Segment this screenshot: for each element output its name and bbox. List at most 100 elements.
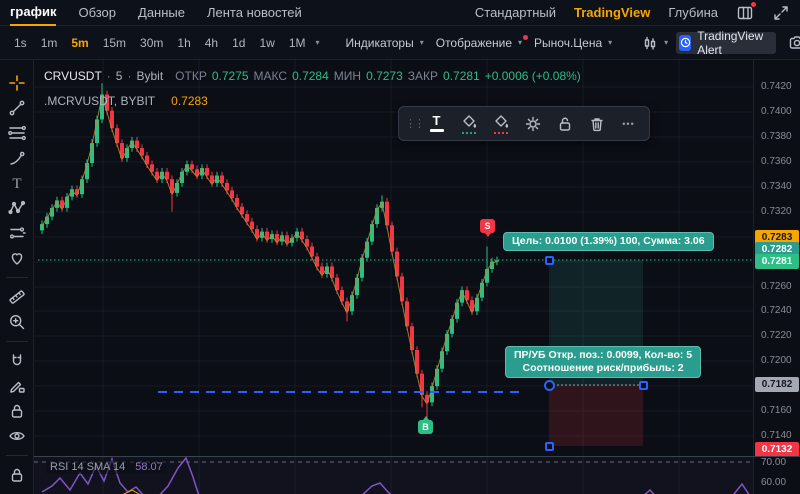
interval-1h[interactable]: 1h [171,33,196,53]
rsi-value: 58.07 [135,461,163,473]
chevron-down-icon: ▾ [419,38,424,47]
price-axis-label: 0.7220 [761,330,792,341]
price-axis-label: 0.7400 [761,106,792,117]
hide-drawings-eye-icon[interactable] [7,426,27,446]
notification-dot [751,1,756,7]
paint-bucket-icon [462,114,476,128]
pane-separator[interactable] [34,456,800,457]
zoom-in-icon[interactable] [7,312,27,332]
tab-standard[interactable]: Стандартный [475,0,556,25]
overlay-value: 0.7283 [171,94,208,108]
position-drag-handle[interactable] [544,441,554,451]
text-color-button[interactable]: T [422,110,451,137]
drag-handle[interactable]: ⋮⋮ [405,117,425,130]
header-right: Стандартный TradingView Глубина [475,0,790,25]
tab-tradingview[interactable]: TradingView [574,0,650,25]
more-options-button[interactable]: ••• [614,110,643,137]
svg-text:T: T [12,176,21,192]
price-axis-label: 0.7260 [761,281,792,292]
price-axis-label: 0.7380 [761,131,792,142]
chevron-down-icon: ▾ [518,38,523,47]
candles-icon [644,36,656,50]
interval-30m[interactable]: 30m [134,33,169,53]
symbol-name[interactable]: CRVUSDT [44,69,102,83]
divider [5,341,28,342]
unlock-button[interactable] [550,110,579,137]
interval-1d[interactable]: 1d [226,33,251,53]
interval-1w[interactable]: 1w [253,33,280,53]
display-menu[interactable]: Отображение ▾ [432,33,529,53]
price-axis-label: 0.7160 [761,405,792,416]
trend-line-icon[interactable] [7,98,27,118]
magnet-icon[interactable] [7,351,27,371]
indicators-menu[interactable]: Индикаторы ▾ [342,33,430,53]
emoji-heart-icon[interactable] [7,248,27,268]
paint-bucket-icon [494,114,508,128]
legend-row-main[interactable]: CRVUSDT · 5 · Bybit ОТКР 0.7275 МАКС 0.7… [44,67,581,85]
profit-fill-color-button[interactable] [454,110,483,137]
collapse-icon[interactable] [772,4,790,22]
chart-style-menu[interactable]: ▾ [638,32,674,54]
lock-icon[interactable] [7,465,27,485]
screenshot-camera-icon[interactable] [788,33,800,53]
intervals-caret-icon[interactable]: ▾ [315,38,319,47]
position-drag-handle[interactable] [638,380,648,390]
position-drag-handle[interactable] [544,255,554,265]
interval-5m[interactable]: 5m [65,33,94,53]
trash-icon [590,117,603,131]
tab-news-feed[interactable]: Лента новостей [207,0,302,25]
change-value: +0.0006 (+0.08%) [484,69,581,83]
buy-marker[interactable]: B [418,416,433,434]
interval-1s[interactable]: 1s [8,33,33,53]
target-tooltip[interactable]: Цель: 0.0100 (1.39%) 100, Сумма: 3.06 [503,232,714,251]
interval-15m[interactable]: 15m [97,33,132,53]
xabcd-pattern-icon[interactable] [7,198,27,218]
delete-button[interactable] [582,110,611,137]
color-swatch [429,129,444,132]
drawing-lock-pencil-icon[interactable] [7,376,27,396]
price-axis-label: 0.7360 [761,156,792,167]
price-badge[interactable]: 0.7182 [755,377,799,392]
interval-1M[interactable]: 1M [283,33,312,53]
rsi-indicator-legend[interactable]: RSI 14 SMA 14 58.07 [46,460,167,474]
price-badge[interactable]: 0.7132 [755,442,799,457]
price-axis-label: 0.7320 [761,206,792,217]
interval-1m[interactable]: 1m [35,33,64,53]
drawing-sidebar: T [0,60,34,494]
brush-icon[interactable] [7,148,27,168]
entry-drag-handle[interactable] [543,379,555,391]
tradingview-alert-button[interactable]: TradingView Alert [676,29,777,57]
chart-pane[interactable]: CRVUSDT · 5 · Bybit ОТКР 0.7275 МАКС 0.7… [34,60,753,494]
layout-grid-icon[interactable] [736,1,756,22]
long-position-icon[interactable] [7,223,27,243]
overlay-symbol[interactable]: .MCRVUSDT, BYBIT [44,94,155,108]
tab-data[interactable]: Данные [138,0,185,25]
rsi-label[interactable]: RSI 14 SMA 14 [50,461,125,473]
low-label: МИН [333,69,362,83]
tab-chart[interactable]: график [10,0,57,26]
text-tool-icon[interactable]: T [7,173,27,193]
fib-retracement-icon[interactable] [7,123,27,143]
price-axis[interactable]: 0.7420 0.7400 0.7380 0.7360 0.7340 0.7320 0.72… [753,60,800,494]
close-value: 0.7281 [443,69,480,83]
price-badge[interactable]: 0.7281 [755,254,799,269]
price-axis-label: 0.7340 [761,181,792,192]
remove-drawings-icon[interactable] [7,490,27,494]
ruler-icon[interactable] [7,287,27,307]
settings-button[interactable] [518,110,547,137]
crosshair-icon[interactable] [7,73,27,93]
market-price-menu[interactable]: Рыноч.Цена ▾ [530,33,618,53]
pnl-tooltip[interactable]: ПР/УБ Откр. поз.: 0.0099, Кол-во: 5 Соот… [505,346,702,378]
red-dash-swatch [493,131,508,134]
header: график Обзор Данные Лента новостей Станд… [0,0,800,26]
alert-clock-icon [679,34,692,51]
price-axis-label: 0.7420 [761,81,792,92]
green-dash-swatch [461,131,476,134]
sell-marker[interactable]: S [480,219,495,237]
stop-fill-color-button[interactable] [486,110,515,137]
lock-all-icon[interactable] [7,401,27,421]
interval-4h[interactable]: 4h [199,33,224,53]
gear-icon [525,116,540,131]
tab-overview[interactable]: Обзор [78,0,116,25]
tab-depth[interactable]: Глубина [668,0,718,25]
